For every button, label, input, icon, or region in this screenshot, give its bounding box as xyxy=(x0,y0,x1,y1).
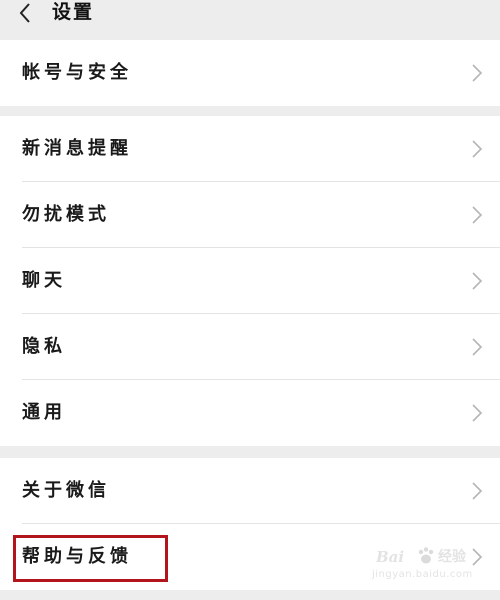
chevron-right-icon xyxy=(472,64,483,82)
settings-item-about-wechat[interactable]: 关于微信 xyxy=(0,458,500,524)
top-bar: 设置 xyxy=(0,0,500,38)
settings-group-general: 新消息提醒 勿扰模式 聊天 隐私 通用 xyxy=(0,116,500,446)
chevron-right-icon xyxy=(472,548,483,566)
chevron-right-icon xyxy=(472,206,483,224)
settings-item-account-security[interactable]: 帐号与安全 xyxy=(0,40,500,106)
settings-item-label: 新消息提醒 xyxy=(22,138,132,159)
settings-item-chat[interactable]: 聊天 xyxy=(0,248,500,314)
page-title: 设置 xyxy=(52,1,95,23)
settings-item-label: 关于微信 xyxy=(22,480,110,501)
settings-item-help-feedback[interactable]: 帮助与反馈 xyxy=(0,524,500,590)
settings-group-account: 帐号与安全 xyxy=(0,40,500,106)
settings-item-general[interactable]: 通用 xyxy=(0,380,500,446)
settings-item-new-message-alerts[interactable]: 新消息提醒 xyxy=(0,116,500,182)
settings-item-label: 隐私 xyxy=(22,336,66,357)
chevron-right-icon xyxy=(472,140,483,158)
settings-item-label: 聊天 xyxy=(22,270,66,291)
chevron-right-icon xyxy=(472,272,483,290)
settings-item-label: 通用 xyxy=(22,402,66,423)
settings-item-label: 帐号与安全 xyxy=(22,62,132,83)
back-chevron-icon[interactable] xyxy=(14,0,36,26)
chevron-right-icon xyxy=(472,338,483,356)
settings-item-label: 帮助与反馈 xyxy=(22,546,132,567)
settings-item-privacy[interactable]: 隐私 xyxy=(0,314,500,380)
settings-group-about: 关于微信 帮助与反馈 xyxy=(0,458,500,590)
chevron-right-icon xyxy=(472,482,483,500)
settings-item-do-not-disturb[interactable]: 勿扰模式 xyxy=(0,182,500,248)
settings-item-label: 勿扰模式 xyxy=(22,204,110,225)
chevron-right-icon xyxy=(472,404,483,422)
